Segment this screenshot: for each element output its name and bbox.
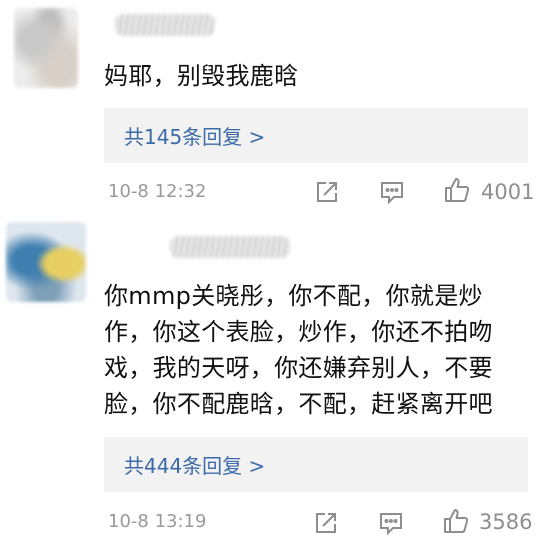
comment-icon[interactable]: [378, 178, 406, 206]
comment-text-line: 妈耶，别毁我鹿晗: [104, 62, 299, 90]
username-blurred[interactable]: [115, 14, 215, 36]
view-replies-link[interactable]: 共444条回复 >: [124, 450, 265, 479]
comment-text-line: 戏，我的天呀，你还嫌弃别人，不要: [104, 354, 493, 382]
comment-icon[interactable]: [377, 509, 405, 537]
share-icon[interactable]: [312, 509, 340, 537]
like-count: 3586: [479, 510, 533, 534]
username-blurred[interactable]: [170, 236, 290, 258]
comment-text: 你mmp关晓彤，你不配，你就是炒 作，你这个表脸，炒作，你还不拍吻 戏，我的天呀…: [104, 278, 534, 422]
comment-text-line: 你mmp关晓彤，你不配，你就是炒: [104, 282, 483, 310]
replies-box[interactable]: 共145条回复 >: [104, 108, 528, 163]
avatar[interactable]: [14, 8, 78, 88]
replies-box[interactable]: 共444条回复 >: [104, 437, 528, 492]
view-replies-link[interactable]: 共145条回复 >: [124, 121, 265, 150]
comment-timestamp: 10-8 12:32: [108, 181, 207, 202]
thumbs-up-icon[interactable]: [442, 507, 470, 535]
thumbs-up-icon[interactable]: [443, 176, 471, 204]
comment-text: 妈耶，别毁我鹿晗: [104, 58, 298, 94]
comment-text-line: 脸，你不配鹿晗，不配，赶紧离开吧: [104, 390, 493, 418]
comment-timestamp: 10-8 13:19: [108, 511, 207, 532]
share-icon[interactable]: [313, 178, 341, 206]
avatar[interactable]: [6, 222, 86, 302]
comment-text-line: 作，你这个表脸，炒作，你还不拍吻: [104, 318, 493, 346]
like-count: 4001: [481, 180, 535, 204]
